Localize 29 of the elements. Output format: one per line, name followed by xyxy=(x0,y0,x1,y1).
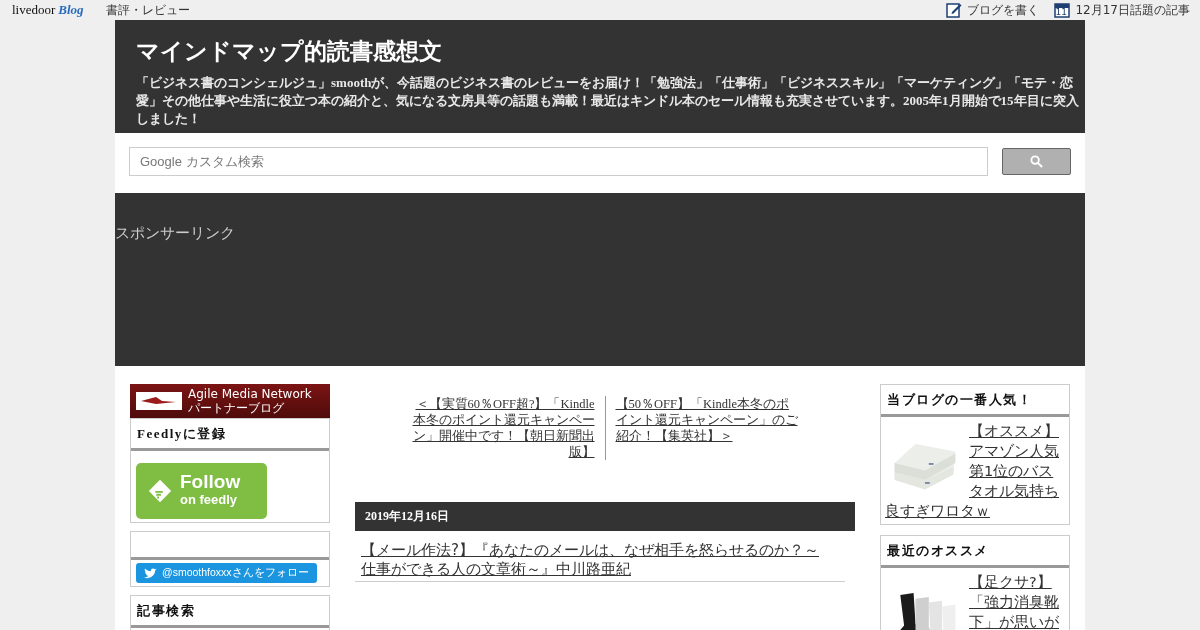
blog-title[interactable]: マインドマップ的読書感想文 xyxy=(136,36,1083,66)
calendar-day-number: 11 xyxy=(1055,8,1067,17)
pencil-note-icon[interactable] xyxy=(946,2,963,18)
topbar-link[interactable]: 12月17日話題の記事 xyxy=(1075,1,1190,19)
sponsor-label: スポンサーリンク xyxy=(115,224,235,242)
widget-title: 当ブログの一番人気！ xyxy=(881,385,1069,417)
bird-icon xyxy=(144,567,157,579)
feedly-icon xyxy=(146,477,174,505)
livedoor-logo[interactable]: livedoor Blog xyxy=(12,2,84,18)
banner-text: パートナーブログ xyxy=(188,401,285,415)
widget-title: 最近のオススメ xyxy=(881,536,1069,568)
search-field[interactable]: Google カスタム検索 xyxy=(129,147,988,176)
widget-title: 記事検索 xyxy=(131,596,329,628)
post-title-link[interactable]: 【メール作法?】『あなたのメールは、なぜ相手を怒らせるのか？～仕事ができる人の文章術～』中川路亜紀 xyxy=(361,541,831,579)
search-button[interactable] xyxy=(1002,148,1071,175)
search-icon xyxy=(1030,155,1043,168)
topbar-link[interactable]: ブログを書く xyxy=(967,1,1040,19)
popular-post-link[interactable]: 【オススメ】アマゾン人気第1位のバスタオル気持ち良すぎワロタｗ xyxy=(885,421,1065,521)
next-post-link[interactable]: 【50％OFF】「Kindle本冬のポイント還元キャンペーン」のご紹介！【集英社】＞ xyxy=(605,396,798,460)
blog-description: 「ビジネス書のコンシェルジュ」smoothが、今話題のビジネス書のレビューをお届け！「勉強法」「仕事術」「ビジネススキル」「マーケティング」「モテ・恋愛」その他仕事や生活に役立つ本の紹介と、気になる文房具等の話題も満載！最近はキンドル本のセール情報も充実させています。2005年1月開始で15年目に突入しました！ xyxy=(136,74,1080,128)
post-date: 2019年12月16日 xyxy=(365,509,449,523)
calendar-icon[interactable] xyxy=(1054,2,1071,18)
network-logo-icon xyxy=(136,392,182,410)
popular-post-link[interactable]: 【足クサ?】「強力消臭靴下」が思いが xyxy=(885,572,1065,630)
banner-text: Agile Media Network xyxy=(188,387,312,401)
widget-title: Feedlyに登録 xyxy=(131,419,329,451)
previous-post-link[interactable]: ＜【実質60％OFF超?】「Kindle本冬のポイント還元キャンペーン」開催中です！【朝日新聞出版】 xyxy=(412,396,606,460)
category-link[interactable]: 書評・レビュー xyxy=(105,1,190,19)
partner-banner[interactable]: Agile Media Network パートナーブログ xyxy=(130,384,330,418)
